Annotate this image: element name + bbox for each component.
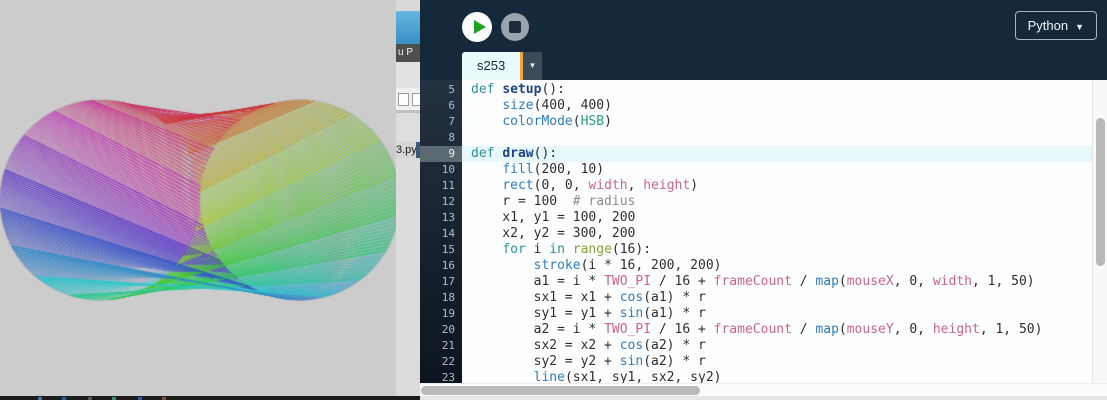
stop-icon <box>509 21 521 33</box>
gutter-line-number: 10 <box>420 162 462 178</box>
gutter-line-number: 9 <box>420 146 462 162</box>
bg-window-menu-fragment: u P <box>396 44 420 62</box>
gutter-line-number: 5 <box>420 82 462 98</box>
code-line[interactable]: a2 = i * TWO_PI / 16 + frameCount / map(… <box>462 322 1092 338</box>
tab-s253[interactable]: s253 <box>462 52 520 80</box>
gutter-line-number: 11 <box>420 178 462 194</box>
code-editor-panel: Python ▼ s253 ▼ 5678910111213141516171819… <box>420 0 1107 400</box>
language-label: Python <box>1028 18 1068 33</box>
editor-bottom-strip <box>420 396 1107 400</box>
horizontal-scrollbar[interactable] <box>420 383 1107 396</box>
code-line[interactable]: line(sx1, sy1, sx2, sy2) <box>462 370 1092 383</box>
gutter-line-number: 6 <box>420 98 462 114</box>
bg-window-titlebar <box>396 11 420 44</box>
gutter-line-number: 22 <box>420 354 462 370</box>
code-line[interactable]: r = 100 # radius <box>462 194 1092 210</box>
horizontal-scrollbar-thumb[interactable] <box>421 386 700 395</box>
bg-strip-segment <box>396 62 420 88</box>
gutter-line-number: 16 <box>420 258 462 274</box>
gutter-line-number: 13 <box>420 210 462 226</box>
bg-strip-segment <box>396 0 420 11</box>
gutter-line-number: 19 <box>420 306 462 322</box>
code-line[interactable]: def draw(): <box>462 146 1092 162</box>
editor-topbar: Python ▼ s253 ▼ <box>420 0 1107 80</box>
code-line[interactable]: sx2 = x2 + cos(a2) * r <box>462 338 1092 354</box>
bg-window-file-tab: 3.py <box>396 142 420 158</box>
code-line[interactable]: colorMode(HSB) <box>462 114 1092 130</box>
code-line[interactable]: rect(0, 0, width, height) <box>462 178 1092 194</box>
code-line[interactable]: stroke(i * 16, 200, 200) <box>462 258 1092 274</box>
background-window-strip: u P 3.py <box>396 0 420 396</box>
screen: u P 3.py Python▼ s253 ▼ 5678910111213141… <box>0 0 1107 400</box>
code-line[interactable]: a1 = i * TWO_PI / 16 + frameCount / map(… <box>462 274 1092 290</box>
code-line[interactable]: sy2 = y2 + sin(a2) * r <box>462 354 1092 370</box>
gutter-line-number: 21 <box>420 338 462 354</box>
code-line[interactable]: x2, y2 = 300, 200 <box>462 226 1092 242</box>
tab-label: s253 <box>477 58 505 73</box>
gutter-line-number: 17 <box>420 274 462 290</box>
run-button[interactable] <box>462 12 492 42</box>
taskbar-sliver <box>0 396 420 400</box>
gutter-line-number: 18 <box>420 290 462 306</box>
gutter-line-number: 15 <box>420 242 462 258</box>
play-icon <box>474 20 486 34</box>
stop-button[interactable] <box>501 13 529 41</box>
toolbar-icon <box>412 93 420 106</box>
code-line[interactable] <box>462 130 1092 146</box>
code-lines: def setup(): size(400, 400) colorMode(HS… <box>462 80 1092 383</box>
gutter-line-number: 7 <box>420 114 462 130</box>
gutter-line-number: 20 <box>420 322 462 338</box>
bg-file-tab-label: 3.py <box>396 144 417 156</box>
bg-window-toolbar <box>396 88 420 110</box>
toolbar-icon <box>398 93 409 106</box>
vertical-scrollbar-thumb[interactable] <box>1096 118 1105 266</box>
code-line[interactable]: fill(200, 10) <box>462 162 1092 178</box>
gutter: 567891011121314151617181920212223 <box>420 80 462 383</box>
gutter-line-number: 14 <box>420 226 462 242</box>
chevron-down-icon: ▼ <box>529 61 537 70</box>
code-line[interactable]: for i in range(16): <box>462 242 1092 258</box>
sketch-canvas[interactable] <box>0 0 396 396</box>
code-line[interactable]: sx1 = x1 + cos(a1) * r <box>462 290 1092 306</box>
sketch-window <box>0 0 396 396</box>
vertical-scrollbar[interactable] <box>1092 80 1107 383</box>
code-line[interactable]: x1, y1 = 100, 200 <box>462 210 1092 226</box>
language-selector[interactable]: Python ▼ <box>1015 11 1097 40</box>
code-line[interactable]: sy1 = y1 + sin(a1) * r <box>462 306 1092 322</box>
code-line[interactable]: def setup(): <box>462 82 1092 98</box>
gutter-line-number: 12 <box>420 194 462 210</box>
chevron-down-icon: ▼ <box>1075 22 1084 32</box>
gutter-line-number: 8 <box>420 130 462 146</box>
code-line[interactable]: size(400, 400) <box>462 98 1092 114</box>
bg-strip-segment <box>396 113 420 142</box>
tab-dropdown-button[interactable]: ▼ <box>520 52 542 80</box>
